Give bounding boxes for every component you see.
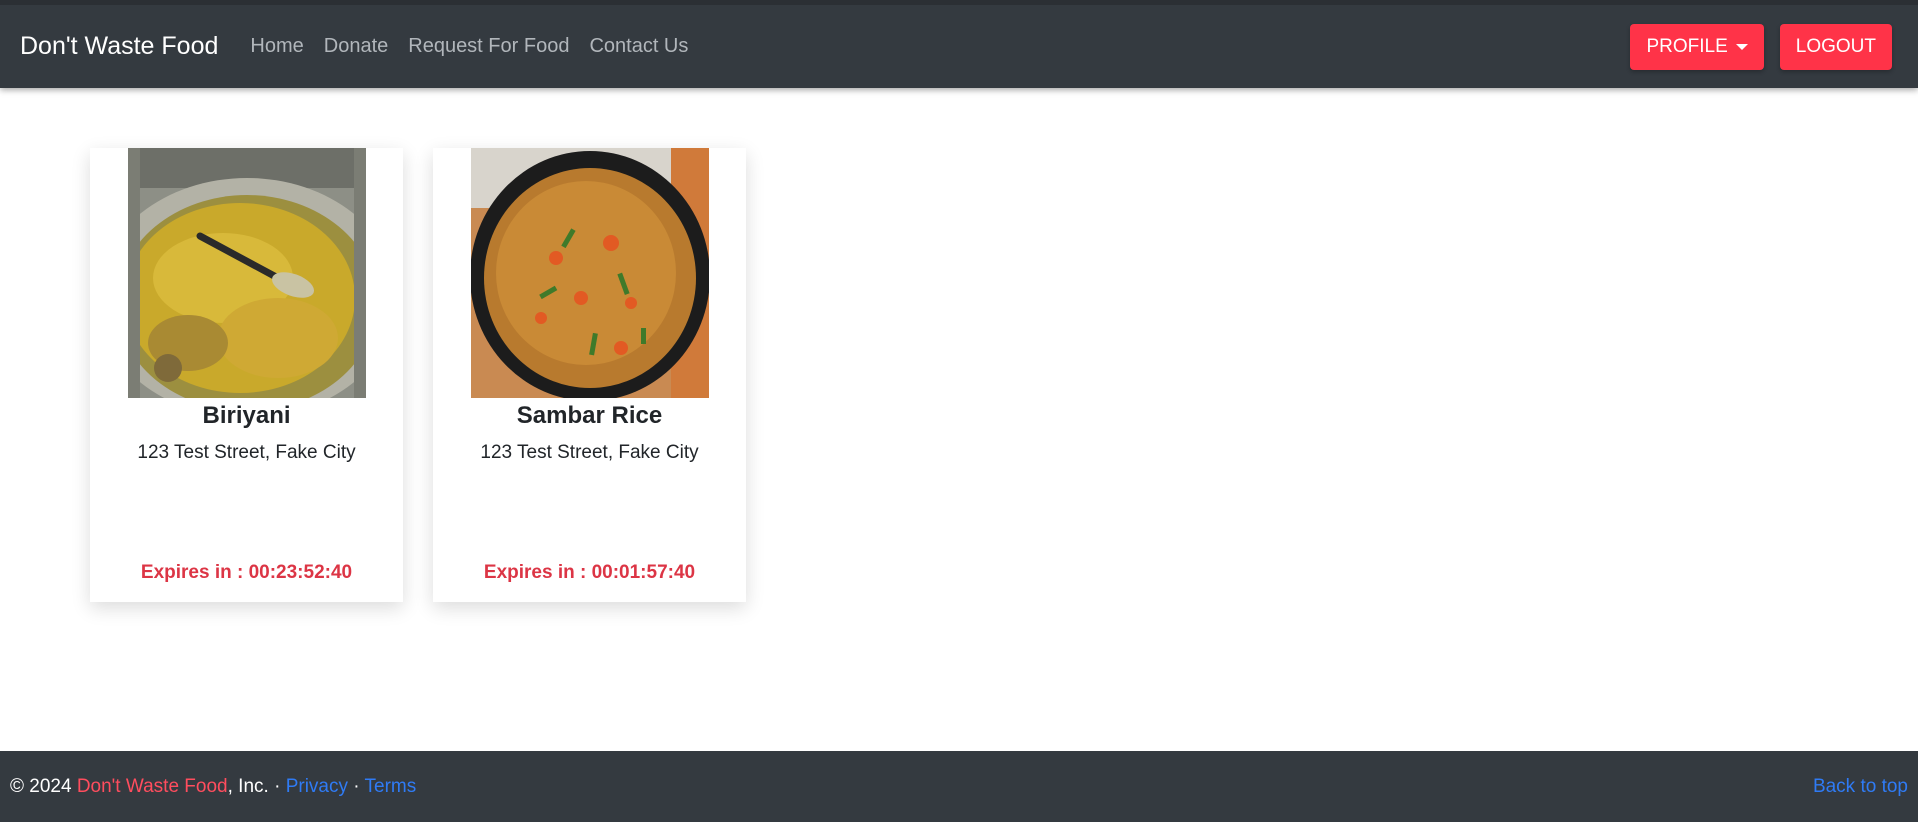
profile-button-label: PROFILE [1646, 35, 1728, 57]
footer-brand-link[interactable]: Don't Waste Food [77, 776, 228, 797]
nav-donate[interactable]: Donate [324, 35, 389, 58]
food-address: 123 Test Street, Fake City [137, 442, 356, 463]
nav-home[interactable]: Home [250, 35, 303, 58]
expiry-countdown: Expires in : 00:23:52:40 [140, 562, 353, 583]
food-name: Biriyani [202, 402, 291, 429]
sambar-rice-image [470, 148, 709, 398]
expiry-countdown: Expires in : 00:01:57:40 [483, 562, 696, 583]
footer-copyright: © 2024 Don't Waste Food, Inc. · Privacy … [10, 776, 416, 798]
food-card[interactable]: Biriyani 123 Test Street, Fake City Expi… [90, 148, 403, 602]
privacy-link[interactable]: Privacy [286, 776, 348, 797]
logout-button[interactable]: LOGOUT [1779, 23, 1892, 70]
back-to-top-link[interactable]: Back to top [1813, 776, 1908, 798]
nav-links: Home Donate Request For Food Contact Us [250, 35, 688, 58]
logout-button-label: LOGOUT [1795, 35, 1876, 57]
nav-contact-us[interactable]: Contact Us [589, 35, 688, 58]
separator-dot: · [347, 775, 365, 797]
footer: © 2024 Don't Waste Food, Inc. · Privacy … [0, 751, 1918, 822]
nav-request-for-food[interactable]: Request For Food [408, 35, 569, 58]
biriyani-image [127, 148, 366, 398]
food-card-list: Biriyani 123 Test Street, Fake City Expi… [90, 148, 746, 602]
profile-dropdown-button[interactable]: PROFILE [1630, 23, 1764, 70]
terms-link[interactable]: Terms [365, 776, 417, 797]
food-address: 123 Test Street, Fake City [480, 442, 699, 463]
copyright-prefix: © 2024 [10, 775, 77, 797]
food-name: Sambar Rice [516, 402, 663, 429]
navbar: Don't Waste Food Home Donate Request For… [0, 0, 1918, 88]
copyright-suffix: , Inc. · [227, 775, 286, 797]
food-card[interactable]: Sambar Rice 123 Test Street, Fake City E… [433, 148, 746, 602]
nav-actions: PROFILE LOGOUT [1630, 23, 1892, 70]
caret-down-icon [1735, 43, 1748, 50]
brand-logo-link[interactable]: Don't Waste Food [20, 32, 218, 61]
